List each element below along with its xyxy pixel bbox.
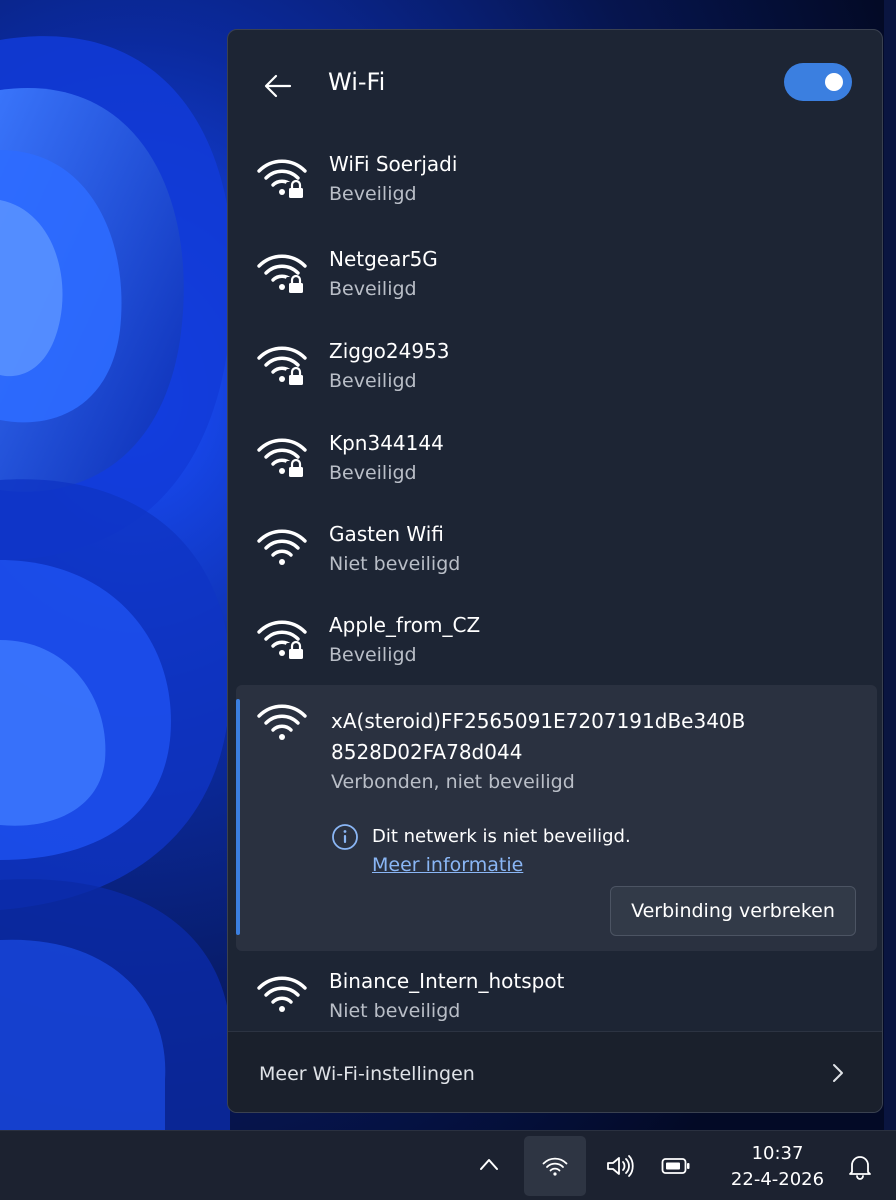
- chevron-up-icon: [480, 1159, 498, 1170]
- more-info-link[interactable]: Meer informatie: [372, 854, 523, 876]
- network-name-line-1: xA(steroid)FF2565091E7207191dBe340B: [331, 709, 746, 733]
- volume-tray-button[interactable]: [598, 1131, 642, 1200]
- network-name: Netgear5G: [329, 247, 438, 271]
- clock-date: 22-4-2026: [730, 1169, 825, 1190]
- network-status: Beveiligd: [329, 278, 417, 300]
- connected-network-name: xA(steroid)FF2565091E7207191dBe340B 8528…: [331, 706, 851, 768]
- wifi-flyout-panel: Wi-Fi WiFi Soerjadi Beveiligd Netgear5G …: [227, 29, 883, 1113]
- wifi-connected-icon: [257, 704, 307, 740]
- network-item-binance-intern-hotspot[interactable]: Binance_Intern_hotspot Niet beveiligd: [228, 957, 882, 1041]
- security-warning-text: Dit netwerk is niet beveiligd.: [372, 826, 631, 847]
- network-item-netgear5g[interactable]: Netgear5G Beveiligd: [228, 235, 882, 319]
- chevron-right-icon: [833, 1064, 843, 1082]
- network-item-ziggo24953[interactable]: Ziggo24953 Beveiligd: [228, 327, 882, 411]
- panel-title: Wi-Fi: [328, 68, 386, 96]
- info-icon: [332, 824, 358, 850]
- wifi-open-icon: [257, 976, 307, 1012]
- volume-icon: [607, 1155, 634, 1177]
- network-item-wifi-soerjadi[interactable]: WiFi Soerjadi Beveiligd: [228, 140, 882, 224]
- wifi-secured-icon: [257, 620, 307, 660]
- more-wifi-settings-label: Meer Wi-Fi-instellingen: [259, 1063, 475, 1085]
- network-name: Binance_Intern_hotspot: [329, 969, 565, 993]
- wifi-secured-icon: [257, 254, 307, 294]
- network-name: Kpn344144: [329, 431, 444, 455]
- network-item-apple-from-cz[interactable]: Apple_from_CZ Beveiligd: [228, 601, 882, 685]
- network-status: Beveiligd: [329, 644, 417, 666]
- wifi-secured-icon: [257, 159, 307, 199]
- network-name: Apple_from_CZ: [329, 613, 481, 637]
- more-wifi-settings-link[interactable]: Meer Wi-Fi-instellingen: [228, 1031, 882, 1112]
- clock[interactable]: 10:37 22-4-2026: [720, 1141, 835, 1193]
- network-tray-button[interactable]: [524, 1136, 586, 1196]
- battery-icon: [661, 1158, 690, 1174]
- network-status: Beveiligd: [329, 370, 417, 392]
- notifications-button[interactable]: [840, 1131, 880, 1200]
- network-name-line-2: 8528D02FA78d044: [331, 740, 523, 764]
- bell-icon: [849, 1156, 871, 1180]
- network-status: Niet beveiligd: [329, 1000, 461, 1022]
- network-status: Niet beveiligd: [329, 553, 461, 575]
- toggle-knob: [825, 73, 843, 91]
- network-status: Beveiligd: [329, 462, 417, 484]
- clock-time: 10:37: [751, 1143, 804, 1164]
- wifi-secured-icon: [257, 438, 307, 478]
- selection-indicator: [236, 699, 240, 935]
- network-name: Ziggo24953: [329, 339, 450, 363]
- connected-network-item[interactable]: xA(steroid)FF2565091E7207191dBe340B 8528…: [236, 685, 877, 951]
- network-item-gasten-wifi[interactable]: Gasten Wifi Niet beveiligd: [228, 510, 882, 594]
- disconnect-button[interactable]: Verbinding verbreken: [610, 886, 856, 936]
- network-item-kpn344144[interactable]: Kpn344144 Beveiligd: [228, 419, 882, 503]
- arrow-left-icon: [264, 74, 292, 98]
- battery-tray-button[interactable]: [654, 1131, 698, 1200]
- network-name: Gasten Wifi: [329, 522, 444, 546]
- wifi-open-icon: [257, 529, 307, 565]
- taskbar: 10:37 22-4-2026: [0, 1130, 896, 1200]
- wifi-icon: [542, 1157, 568, 1176]
- network-status: Beveiligd: [329, 183, 417, 205]
- network-name: WiFi Soerjadi: [329, 152, 458, 176]
- connected-network-status: Verbonden, niet beveiligd: [331, 771, 575, 793]
- wifi-panel-header: Wi-Fi: [228, 30, 882, 136]
- wifi-secured-icon: [257, 346, 307, 386]
- show-hidden-icons-button[interactable]: [468, 1131, 510, 1200]
- wifi-toggle[interactable]: [784, 63, 852, 101]
- back-button[interactable]: [260, 68, 296, 104]
